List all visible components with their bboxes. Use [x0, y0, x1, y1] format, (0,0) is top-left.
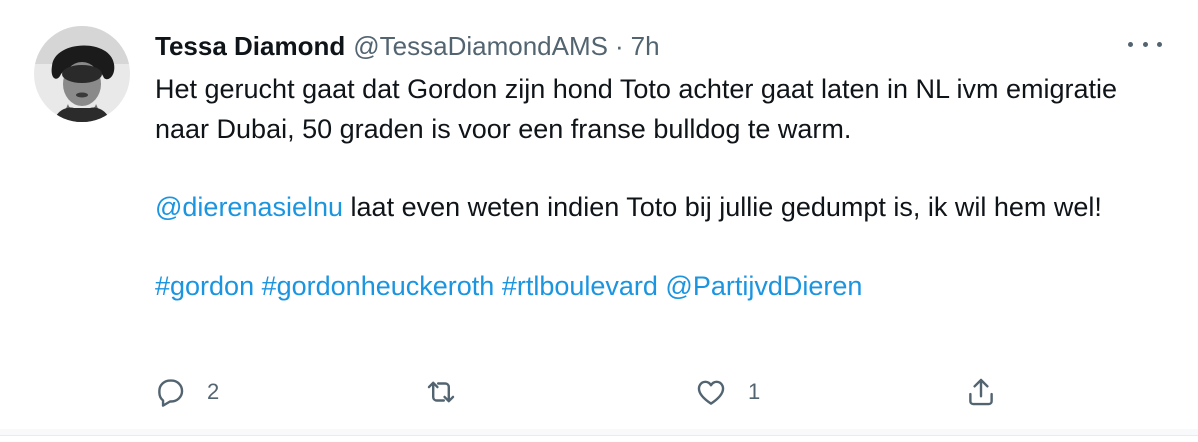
tweet-paragraph-2: @dierenasielnu laat even weten indien To… [155, 188, 1155, 228]
heart-icon [697, 380, 725, 405]
like-button[interactable]: 1 [694, 374, 760, 410]
hashtag-link-gordonheuckeroth[interactable]: #gordonheuckeroth [262, 271, 495, 301]
author-handle[interactable]: @TessaDiamondAMS [353, 26, 608, 66]
tweet-header: Tessa Diamond @TessaDiamondAMS · 7h [155, 26, 1155, 66]
share-button[interactable] [964, 374, 998, 410]
timestamp[interactable]: 7h [631, 26, 660, 66]
tweet-content: Tessa Diamond @TessaDiamondAMS · 7h Het … [155, 26, 1155, 306]
like-count: 1 [748, 379, 761, 404]
tweet-divider [0, 429, 1198, 435]
share-icon [969, 378, 993, 406]
mention-link-partijvddieren[interactable]: @PartijvdDieren [665, 271, 862, 301]
tweet-paragraph-1: Het gerucht gaat dat Gordon zijn hond To… [155, 74, 1118, 144]
mention-link-dierenasielnu[interactable]: @dierenasielnu [155, 192, 343, 222]
more-dot-icon [1157, 41, 1162, 47]
hashtag-link-gordon[interactable]: #gordon [155, 271, 254, 301]
retweet-icon [427, 381, 455, 403]
avatar-image [34, 26, 130, 122]
hashtag-link-rtlboulevard[interactable]: #rtlboulevard [502, 271, 658, 301]
reply-icon [158, 379, 184, 407]
tweet-card[interactable]: Tessa Diamond @TessaDiamondAMS · 7h Het … [0, 0, 1198, 436]
more-dot-icon [1128, 41, 1133, 47]
reply-count: 2 [207, 379, 220, 404]
tweet-paragraph-2-text: laat even weten indien Toto bij jullie g… [343, 192, 1102, 222]
header-separator: · [614, 31, 624, 61]
avatar[interactable] [34, 26, 130, 122]
author-name[interactable]: Tessa Diamond [155, 26, 345, 66]
tweet-actions: 2 1 [153, 374, 1153, 410]
tweet-paragraph-3: #gordon #gordonheuckeroth #rtlboulevard … [155, 267, 1155, 307]
retweet-button[interactable] [423, 374, 479, 410]
reply-button[interactable]: 2 [153, 374, 219, 410]
tweet-text: Het gerucht gaat dat Gordon zijn hond To… [155, 70, 1155, 306]
more-dot-icon [1142, 41, 1148, 47]
more-options-button[interactable] [1128, 34, 1162, 54]
